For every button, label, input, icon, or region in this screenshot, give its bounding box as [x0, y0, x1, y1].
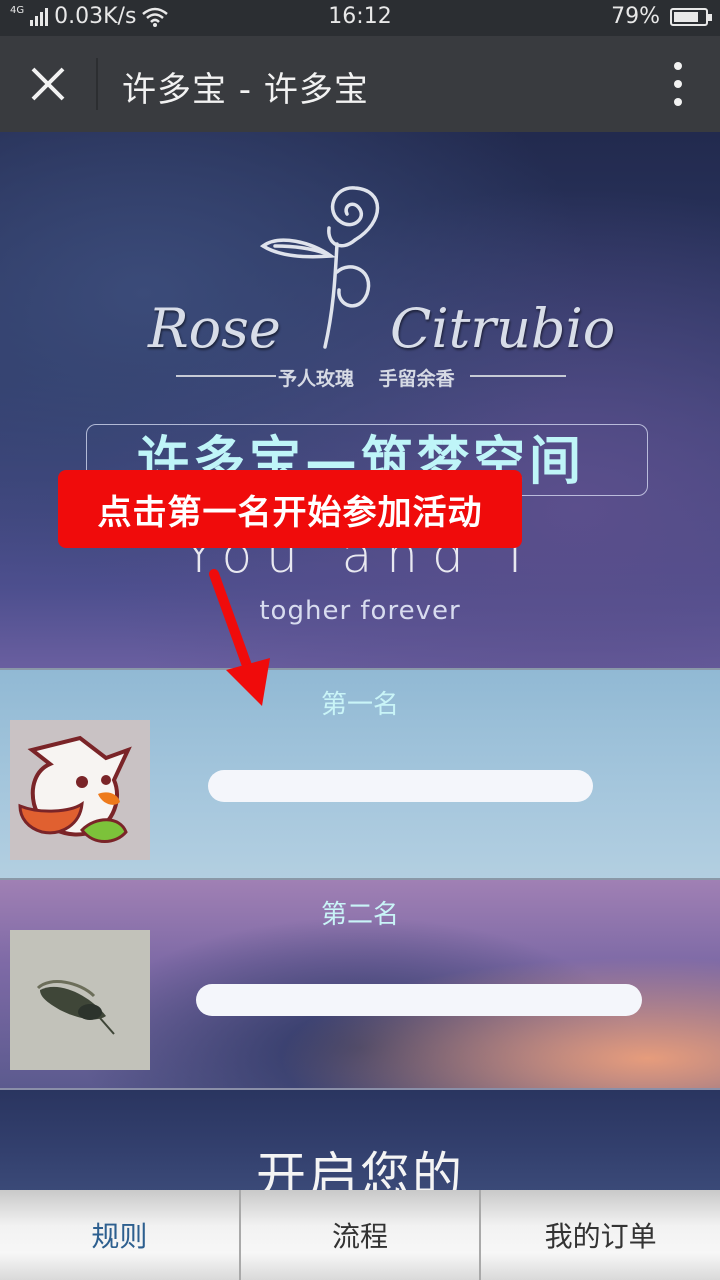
- rank-first-entry[interactable]: 第一名: [0, 668, 720, 880]
- hero-banner: Rose Citrubio 予人玫瑰 手留余香 许多宝—筑梦空间 You and…: [0, 132, 720, 669]
- rank-label: 第一名: [320, 690, 399, 720]
- more-dot-icon: [674, 80, 682, 88]
- tagline-rule-right: [470, 375, 566, 377]
- bottom-nav: 规则 流程 我的订单: [0, 1190, 720, 1280]
- brand-name-left: Rose: [148, 297, 281, 360]
- more-menu-button[interactable]: [666, 62, 690, 106]
- nav-process[interactable]: 流程: [240, 1190, 482, 1280]
- battery-fill: [674, 11, 698, 22]
- status-bar: 4G 0.03K/s 16:12 79%: [0, 0, 720, 36]
- close-button[interactable]: [22, 58, 74, 110]
- more-dot-icon: [674, 62, 682, 70]
- brand-name-right: Citrubio: [390, 297, 616, 360]
- winner-name-redacted: [208, 770, 593, 802]
- title-divider: [96, 58, 98, 110]
- nav-rules[interactable]: 规则: [0, 1190, 241, 1280]
- status-right: 79%: [611, 4, 712, 29]
- title-bar: 许多宝 - 许多宝: [0, 36, 720, 132]
- teaser-section: 开启您的: [0, 1088, 720, 1205]
- tagline-rule-left: [176, 375, 276, 377]
- forever-text: togher forever: [259, 596, 461, 626]
- battery-icon: [670, 7, 712, 26]
- battery-percent: 79%: [611, 4, 660, 29]
- rank-second-entry[interactable]: 第二名: [0, 878, 720, 1090]
- avatar[interactable]: [10, 930, 150, 1070]
- avatar[interactable]: [10, 720, 150, 860]
- arrow-down-icon: [209, 569, 270, 706]
- close-icon: [31, 67, 65, 101]
- nav-my-orders[interactable]: 我的订单: [481, 1190, 720, 1280]
- brand-tagline: 予人玫瑰 手留余香: [278, 368, 455, 390]
- page-title: 许多宝 - 许多宝: [122, 70, 369, 110]
- instruction-callout: 点击第一名开始参加活动: [58, 470, 522, 548]
- winner-name-redacted: [196, 984, 642, 1016]
- more-dot-icon: [674, 98, 682, 106]
- rank-label: 第二名: [320, 900, 399, 930]
